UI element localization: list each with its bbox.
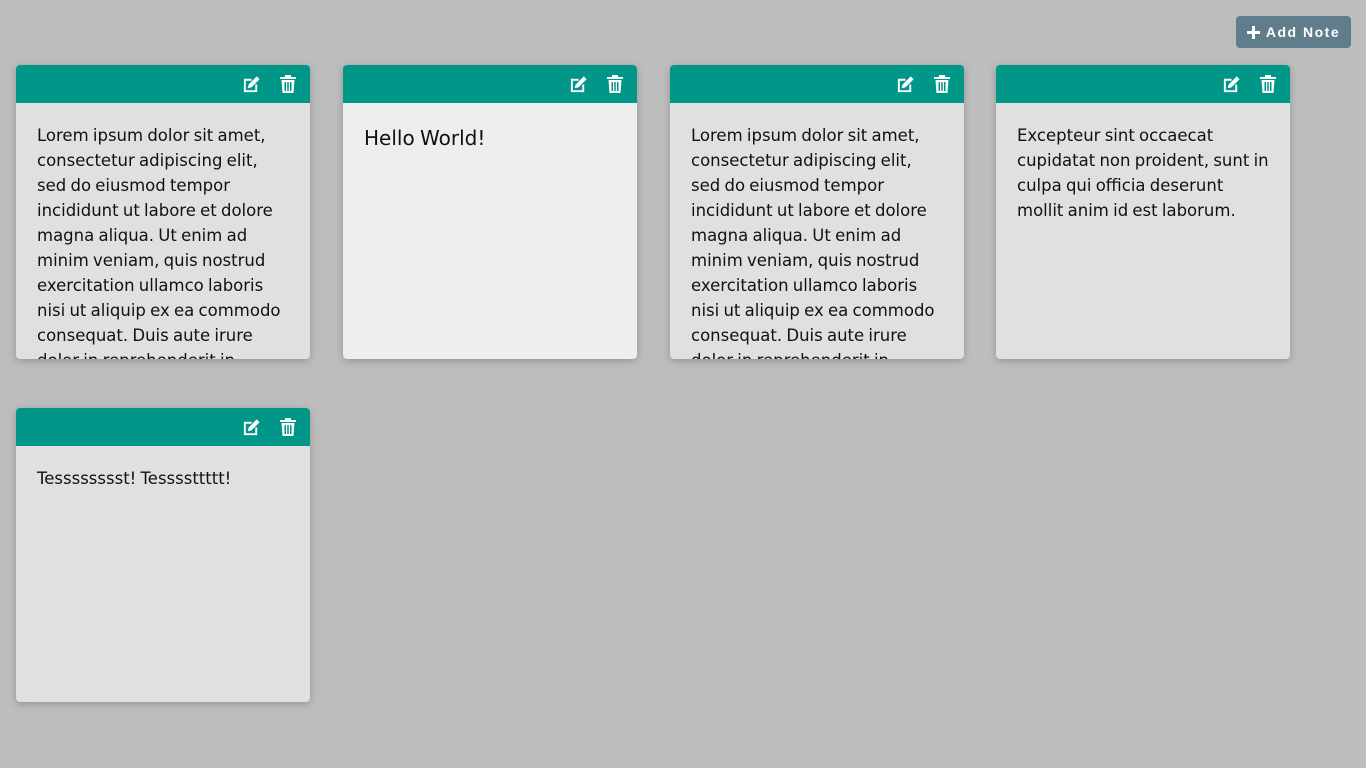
edit-icon[interactable]: [241, 74, 261, 94]
note-card: Hello World!: [343, 65, 637, 359]
add-note-label: Add Note: [1265, 24, 1341, 40]
note-text[interactable]: Hello World!: [343, 103, 637, 359]
plus-icon: [1246, 25, 1260, 39]
trash-icon[interactable]: [932, 74, 952, 94]
edit-icon[interactable]: [895, 74, 915, 94]
note-card: Lorem ipsum dolor sit amet, consectetur …: [670, 65, 964, 359]
note-card: Tesssssssst! Tessssttttt!: [16, 408, 310, 702]
note-header: [16, 65, 310, 103]
edit-icon[interactable]: [241, 417, 261, 437]
note-card: Excepteur sint occaecat cupidatat non pr…: [996, 65, 1290, 359]
add-note-button[interactable]: Add Note: [1236, 16, 1351, 48]
note-text[interactable]: Lorem ipsum dolor sit amet, consectetur …: [16, 103, 310, 359]
note-text[interactable]: Lorem ipsum dolor sit amet, consectetur …: [670, 103, 964, 359]
note-header: [670, 65, 964, 103]
trash-icon[interactable]: [605, 74, 625, 94]
edit-icon[interactable]: [568, 74, 588, 94]
note-header: [343, 65, 637, 103]
note-header: [996, 65, 1290, 103]
trash-icon[interactable]: [278, 417, 298, 437]
note-text[interactable]: Tesssssssst! Tessssttttt!: [16, 446, 310, 702]
edit-icon[interactable]: [1221, 74, 1241, 94]
note-text[interactable]: Excepteur sint occaecat cupidatat non pr…: [996, 103, 1290, 359]
trash-icon[interactable]: [1258, 74, 1278, 94]
note-card: Lorem ipsum dolor sit amet, consectetur …: [16, 65, 310, 359]
note-header: [16, 408, 310, 446]
trash-icon[interactable]: [278, 74, 298, 94]
